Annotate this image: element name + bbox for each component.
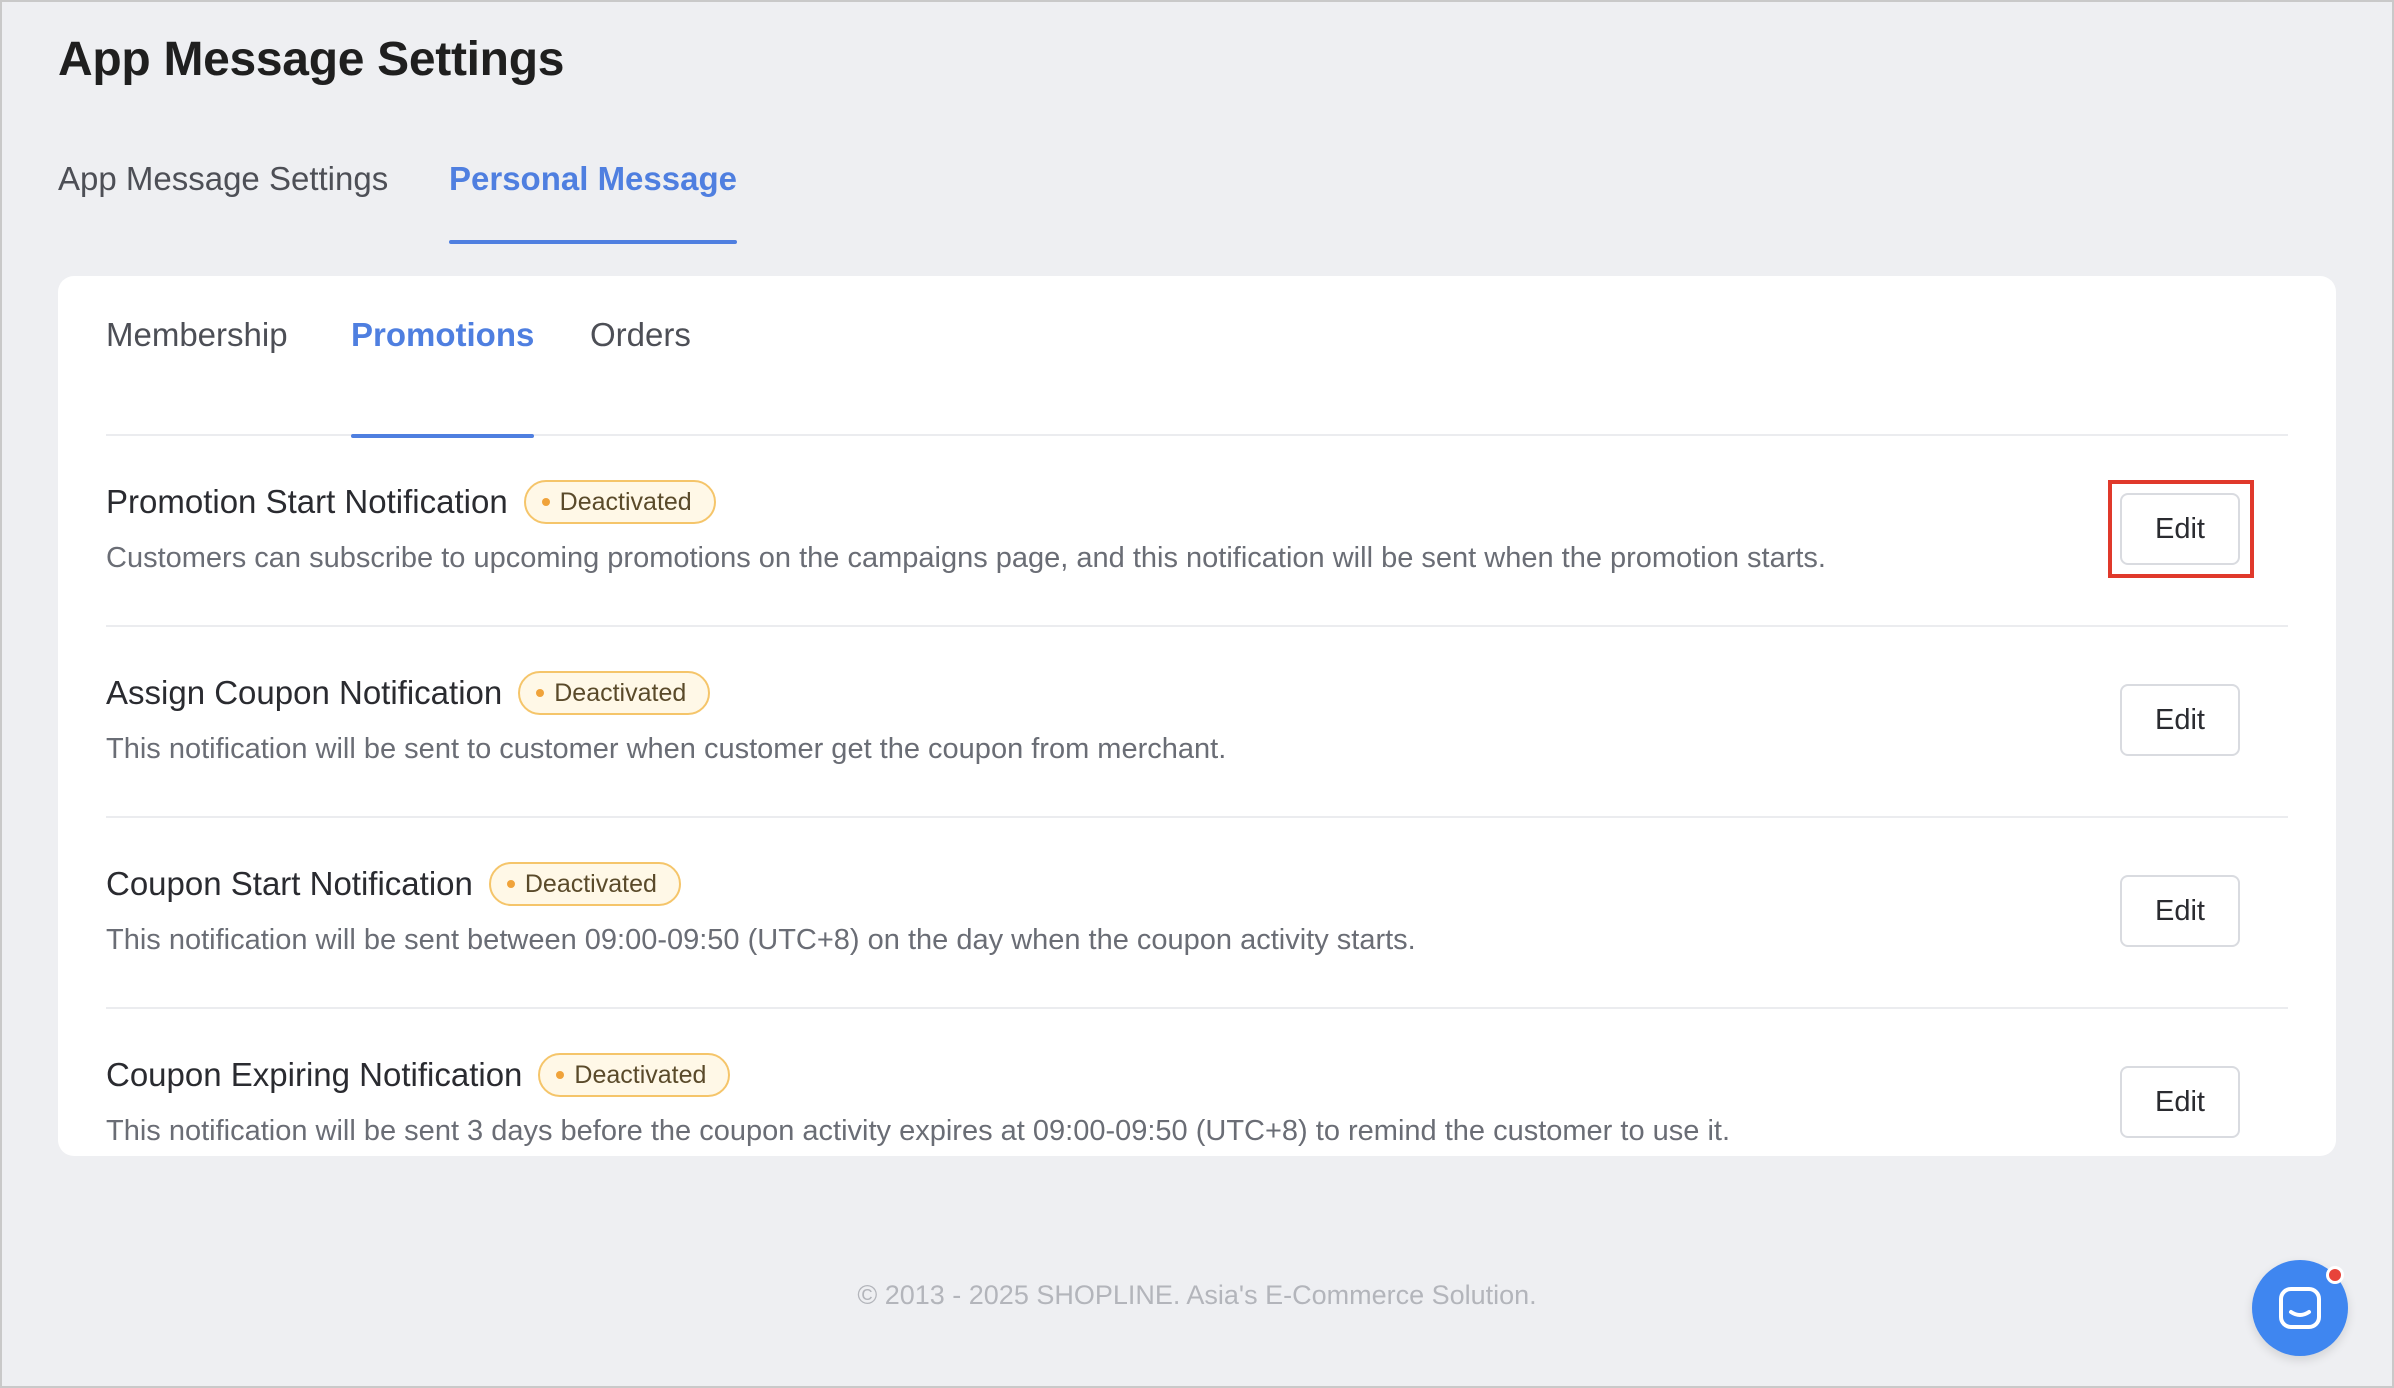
tab-app-message-settings[interactable]: App Message Settings [58, 160, 388, 244]
notification-description: This notification will be sent to custom… [106, 733, 1227, 765]
tab-promotions[interactable]: Promotions [351, 316, 535, 438]
status-dot-icon [506, 880, 515, 888]
tab-personal-message[interactable]: Personal Message [449, 160, 737, 244]
status-label: Deactivated [574, 1060, 707, 1089]
status-label: Deactivated [554, 678, 687, 707]
status-label: Deactivated [559, 487, 692, 516]
notification-list: Promotion Start Notification Deactivated… [106, 436, 2288, 1200]
tab-orders[interactable]: Orders [590, 316, 691, 436]
chat-button[interactable] [2252, 1260, 2348, 1356]
edit-button[interactable]: Edit [2120, 1066, 2240, 1138]
notification-description: Customers can subscribe to upcoming prom… [106, 542, 1826, 574]
notification-row-coupon-start: Coupon Start Notification Deactivated Th… [106, 818, 2288, 1009]
settings-card: Membership Promotions Orders Promotion S… [58, 276, 2336, 1156]
footer-copyright: © 2013 - 2025 SHOPLINE. Asia's E-Commerc… [857, 1280, 1537, 1310]
notification-row-coupon-expiring: Coupon Expiring Notification Deactivated… [106, 1009, 2288, 1200]
edit-button[interactable]: Edit [2120, 493, 2240, 565]
status-badge: Deactivated [538, 1053, 731, 1097]
page-title: App Message Settings [58, 33, 565, 86]
edit-button[interactable]: Edit [2120, 875, 2240, 947]
status-label: Deactivated [524, 869, 657, 898]
notification-row-assign-coupon: Assign Coupon Notification Deactivated T… [106, 627, 2288, 818]
status-badge: Deactivated [518, 671, 711, 715]
status-dot-icon [556, 1071, 565, 1079]
notification-title: Coupon Start Notification [106, 865, 473, 902]
notification-description: This notification will be sent between 0… [106, 924, 1416, 956]
status-badge: Deactivated [523, 480, 716, 524]
notification-title: Promotion Start Notification [106, 483, 508, 520]
status-badge: Deactivated [488, 862, 681, 906]
sub-tab-bar: Membership Promotions Orders [106, 316, 2288, 438]
app-window: App Message Settings App Message Setting… [0, 0, 2394, 1388]
notification-title: Coupon Expiring Notification [106, 1056, 523, 1093]
edit-button[interactable]: Edit [2120, 684, 2240, 756]
notification-description: This notification will be sent 3 days be… [106, 1115, 1731, 1147]
tab-membership[interactable]: Membership [106, 316, 288, 436]
notification-title: Assign Coupon Notification [106, 674, 503, 711]
status-dot-icon [536, 689, 545, 697]
chat-icon [2279, 1287, 2321, 1329]
notification-row-promotion-start: Promotion Start Notification Deactivated… [106, 436, 2288, 627]
notification-dot [2326, 1266, 2344, 1284]
status-dot-icon [541, 498, 550, 506]
